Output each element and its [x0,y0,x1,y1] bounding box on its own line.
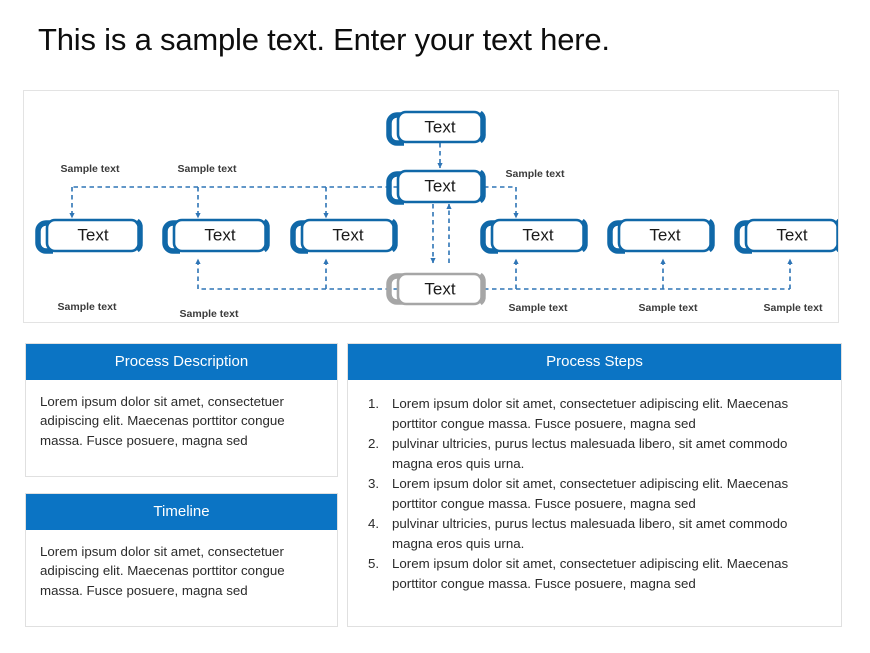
sample-text-bottom-4: Sample text [639,302,698,314]
process-step-text: pulvinar ultricies, purus lectus malesua… [392,516,788,551]
node-right-bracket [390,218,398,253]
diagram-node-row-2[interactable]: Text [162,218,270,254]
process-step-text: Lorem ipsum dolor sit amet, consectetuer… [392,476,789,511]
diagram-node-row-5[interactable]: Text [607,218,715,254]
process-step-number: 3. [368,476,380,492]
process-steps-header: Process Steps [348,344,841,380]
process-step-number: 1. [368,396,380,411]
sample-text-bottom-1: Sample text [58,301,117,313]
process-step-item: 5. Lorem ipsum dolor sit amet, consectetu… [358,554,825,593]
timeline-body: Lorem ipsum dolor sit amet, consectetuer… [40,544,285,598]
node-right-bracket [707,218,715,253]
process-description-card: Process Description Lorem ipsum dolor si… [25,343,338,477]
node-label: Text [649,225,680,244]
process-step-item: 2. pulvinar ultricies, purus lectus males… [358,434,825,473]
node-label: Text [332,225,363,244]
diagram-node-second[interactable]: Text [386,169,486,205]
node-right-bracket [580,218,588,253]
timeline-header: Timeline [26,494,337,530]
diagram-node-row-6[interactable]: Text [734,218,838,254]
process-step-text: Lorem ipsum dolor sit amet, consectetuer… [392,396,789,431]
process-step-item: 3. Lorem ipsum dolor sit amet, consectetu… [358,474,825,513]
node-right-bracket [478,169,486,204]
process-step-text: Lorem ipsum dolor sit amet, consectetuer… [392,556,789,591]
process-step-number: 2. [368,436,380,452]
diagram-node-row-3[interactable]: Text [290,218,398,254]
process-steps-card: Process Steps 1. Lorem ipsum dolor sit am… [347,343,842,627]
diagram-node-row-1[interactable]: Text [35,218,143,254]
timeline-card: Timeline Lorem ipsum dolor sit amet, con… [25,493,338,627]
process-diagram-panel: Text Text Text Text Text Text Text Text … [23,90,839,323]
node-label: Text [522,225,553,244]
node-label: Text [77,225,108,244]
sample-text-bottom-5: Sample text [764,302,823,314]
node-right-bracket [478,272,486,306]
process-step-item: 4. pulvinar ultricies, purus lectus males… [358,514,825,553]
node-right-bracket [478,110,486,144]
node-right-bracket [262,218,270,253]
page-title: This is a sample text. Enter your text h… [38,22,610,57]
node-label: Text [204,225,235,244]
sample-text-top-3: Sample text [506,168,565,180]
node-right-bracket [834,218,838,253]
process-description-body: Lorem ipsum dolor sit amet, consectetuer… [40,394,285,448]
sample-text-top-1: Sample text [61,163,120,175]
diagram-node-row-4[interactable]: Text [480,218,588,254]
sample-text-bottom-2: Sample text [180,308,239,320]
process-description-header: Process Description [26,344,337,380]
sample-text-bottom-3: Sample text [509,302,568,314]
process-steps-list: 1. Lorem ipsum dolor sit amet, consectetu… [358,394,825,593]
process-diagram: Text Text Text Text Text Text Text Text … [35,110,838,320]
process-step-number: 5. [368,556,380,572]
diagram-node-top[interactable]: Text [386,110,486,146]
diagram-node-center-gray[interactable]: Text [386,272,486,306]
sample-text-top-2: Sample text [178,163,237,175]
node-label: Text [424,176,455,195]
process-steps-body: 1. Lorem ipsum dolor sit amet, consectetu… [348,380,841,604]
process-step-text: pulvinar ultricies, purus lectus malesua… [392,436,788,471]
node-right-bracket [135,218,143,253]
process-step-number: 4. [368,516,380,532]
node-label: Text [776,225,807,244]
node-label: Text [424,117,455,136]
node-label: Text [424,279,455,298]
process-step-item: 1. Lorem ipsum dolor sit amet, consectetu… [358,394,825,433]
